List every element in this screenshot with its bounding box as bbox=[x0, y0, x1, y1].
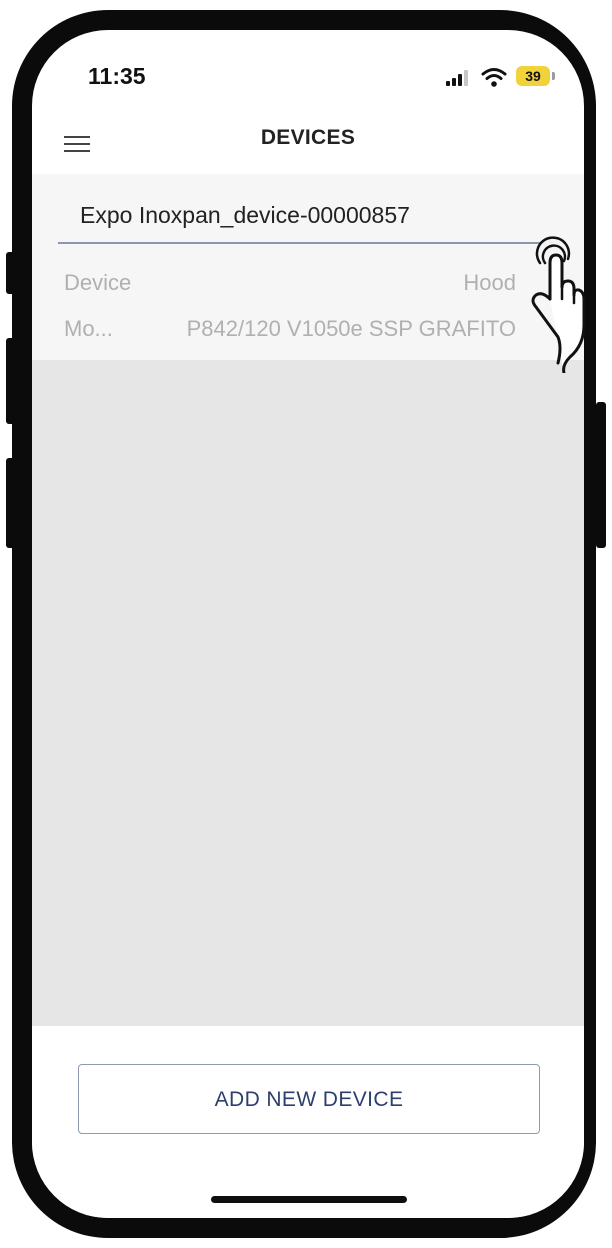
device-name-underline bbox=[58, 242, 542, 244]
page-title: DEVICES bbox=[260, 126, 356, 149]
device-type-value: Hood bbox=[463, 270, 516, 295]
battery-icon: 39 bbox=[516, 66, 550, 86]
add-new-device-button[interactable]: ADD NEW DEVICE bbox=[78, 1064, 540, 1134]
nav-bar: DEVICES bbox=[32, 120, 584, 174]
device-type-label: Device bbox=[64, 270, 132, 295]
empty-device-list-area bbox=[32, 360, 584, 1026]
status-bar: 11:35 39 bbox=[32, 30, 584, 120]
power-button bbox=[596, 402, 606, 548]
device-model-value: P842/120 V1050e SSP GRAFITO bbox=[186, 316, 516, 341]
volume-up-button bbox=[6, 338, 16, 424]
device-card[interactable]: Expo Inoxpan_device-00000857 Device Hood… bbox=[32, 174, 584, 360]
volume-down-button bbox=[6, 458, 16, 548]
wifi-icon bbox=[481, 68, 507, 87]
status-time: 11:35 bbox=[88, 63, 146, 89]
silent-switch bbox=[6, 252, 16, 294]
cellular-signal-icon bbox=[446, 70, 472, 86]
home-indicator bbox=[211, 1196, 407, 1203]
phone-screen: 11:35 39 DEVICES Expo Inoxpan_device-000… bbox=[32, 30, 584, 1218]
footer: ADD NEW DEVICE bbox=[32, 1026, 584, 1218]
device-name[interactable]: Expo Inoxpan_device-00000857 bbox=[80, 202, 410, 229]
battery-cap bbox=[552, 72, 555, 80]
device-model-label: Mo... bbox=[64, 316, 113, 341]
